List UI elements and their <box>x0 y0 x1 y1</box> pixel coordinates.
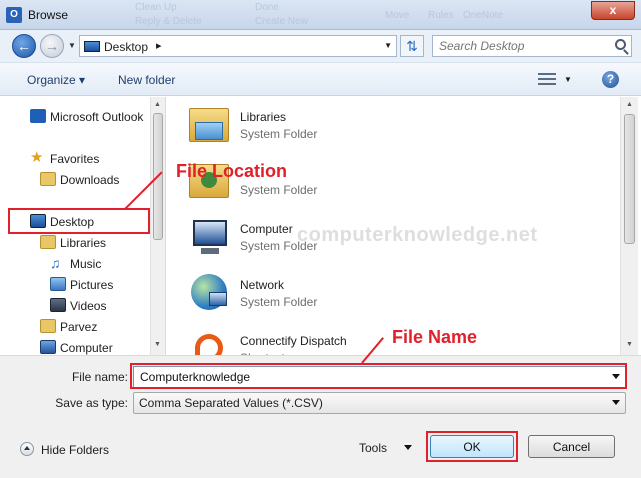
pictures-icon <box>50 277 66 291</box>
arrow-right-icon: → <box>45 38 59 54</box>
new-folder-button[interactable]: New folder <box>118 73 175 87</box>
list-item[interactable]: Network System Folder <box>187 268 487 318</box>
breadcrumb-chevron-icon[interactable]: ▸ <box>156 39 162 52</box>
chevron-down-icon[interactable] <box>612 400 620 405</box>
command-toolbar: Organize ▾ New folder ▼ ? <box>0 62 641 96</box>
file-list-pane: Libraries System Folder System Folder Co… <box>167 97 641 355</box>
cancel-button[interactable]: Cancel <box>528 435 615 458</box>
computer-icon <box>40 340 56 354</box>
scroll-down-icon[interactable]: ▼ <box>626 341 633 348</box>
navigation-bar: ← → ▼ Desktop ▸ ▼ ⇅ <box>0 30 641 62</box>
recent-pages-dropdown[interactable]: ▼ <box>68 41 76 50</box>
file-name-annotation: File Name <box>392 327 478 347</box>
save-as-type-value[interactable]: Comma Separated Values (*.CSV) <box>139 396 323 410</box>
sidebar-item-label: Videos <box>70 299 107 313</box>
sidebar-item-label: Music <box>70 257 102 271</box>
sidebar-item-label: Libraries <box>60 236 107 250</box>
libraries-icon <box>187 104 231 144</box>
file-location-highlight <box>8 208 150 234</box>
item-type: System Folder <box>240 127 318 141</box>
background-ribbon-text: Done <box>255 2 279 13</box>
refresh-button[interactable]: ⇅ <box>400 35 424 57</box>
item-name: Network <box>240 278 285 292</box>
downloads-folder-icon <box>40 172 56 186</box>
outlook-icon <box>30 109 46 123</box>
scroll-up-icon[interactable]: ▲ <box>154 101 161 108</box>
chevron-down-icon[interactable] <box>404 445 412 450</box>
connectify-icon <box>187 328 231 355</box>
close-button[interactable]: x <box>591 1 635 20</box>
change-view-icon[interactable] <box>538 72 556 86</box>
search-icon[interactable] <box>615 39 626 50</box>
computer-icon <box>187 216 231 256</box>
music-icon: ♫ <box>50 255 61 271</box>
search-box[interactable] <box>432 35 632 57</box>
star-icon: ★ <box>30 149 44 166</box>
save-as-type-label: Save as type: <box>55 396 128 410</box>
help-icon[interactable]: ? <box>602 71 619 88</box>
item-name: Libraries <box>240 110 287 124</box>
background-ribbon-text: Reply & Delete <box>135 16 202 27</box>
desktop-icon <box>84 41 100 52</box>
address-dropdown-icon[interactable]: ▼ <box>384 41 392 50</box>
title-bar: O Browse Clean Up Reply & Delete Done Cr… <box>0 0 641 30</box>
item-name: Connectify Dispatch <box>240 334 347 348</box>
hide-folders-label: Hide Folders <box>41 443 110 457</box>
sidebar-item-label: Parvez <box>60 320 98 334</box>
videos-icon <box>50 298 66 312</box>
network-icon <box>187 272 231 312</box>
user-folder-icon <box>40 319 56 333</box>
collapse-up-icon <box>20 442 34 456</box>
sidebar-item-label: Downloads <box>60 173 120 187</box>
window-title: Browse <box>28 8 69 22</box>
view-options-dropdown[interactable]: ▼ <box>564 75 572 84</box>
search-input[interactable] <box>433 36 611 56</box>
scroll-up-icon[interactable]: ▲ <box>626 101 633 108</box>
background-ribbon-text: Create New <box>255 16 308 27</box>
tools-button[interactable]: Tools <box>359 441 387 455</box>
outlook-app-icon: O <box>6 7 22 23</box>
navigation-pane-scrollbar[interactable]: ▲ ▼ <box>150 97 165 355</box>
sidebar-item-label: Favorites <box>50 152 100 166</box>
background-ribbon-text: Rules <box>428 10 454 21</box>
list-item[interactable]: Libraries System Folder <box>187 100 487 150</box>
file-location-annotation: File Location <box>176 161 288 181</box>
background-ribbon-text: OneNote <box>463 10 504 21</box>
watermark: computerknowledge.net <box>297 224 538 246</box>
back-button[interactable]: ← <box>12 34 36 58</box>
organize-button[interactable]: Organize ▾ <box>27 73 85 87</box>
item-name: Computer <box>240 222 293 236</box>
save-as-type-select[interactable]: Comma Separated Values (*.CSV) <box>133 392 626 414</box>
file-name-label: File name: <box>71 370 128 384</box>
item-type: System Folder <box>240 183 318 197</box>
sidebar-item-label: Microsoft Outlook <box>50 110 144 124</box>
file-name-highlight <box>130 363 627 389</box>
address-text[interactable]: Desktop <box>104 40 148 54</box>
refresh-icon: ⇅ <box>406 38 418 54</box>
forward-button[interactable]: → <box>40 34 64 58</box>
arrow-left-icon: ← <box>17 38 31 54</box>
libraries-icon <box>40 235 56 249</box>
scroll-down-icon[interactable]: ▼ <box>154 341 161 348</box>
address-bar[interactable]: Desktop ▸ ▼ <box>79 35 397 57</box>
file-list-scrollbar[interactable]: ▲ ▼ <box>620 97 638 355</box>
sidebar-item-label: Computer <box>60 341 113 355</box>
scrollbar-thumb[interactable] <box>624 114 635 244</box>
sidebar-item-label: Pictures <box>70 278 114 292</box>
ok-button-highlight <box>426 431 518 462</box>
item-type: System Folder <box>240 295 318 309</box>
background-ribbon-text: Clean Up <box>135 2 177 13</box>
background-ribbon-text: Move <box>385 10 410 21</box>
